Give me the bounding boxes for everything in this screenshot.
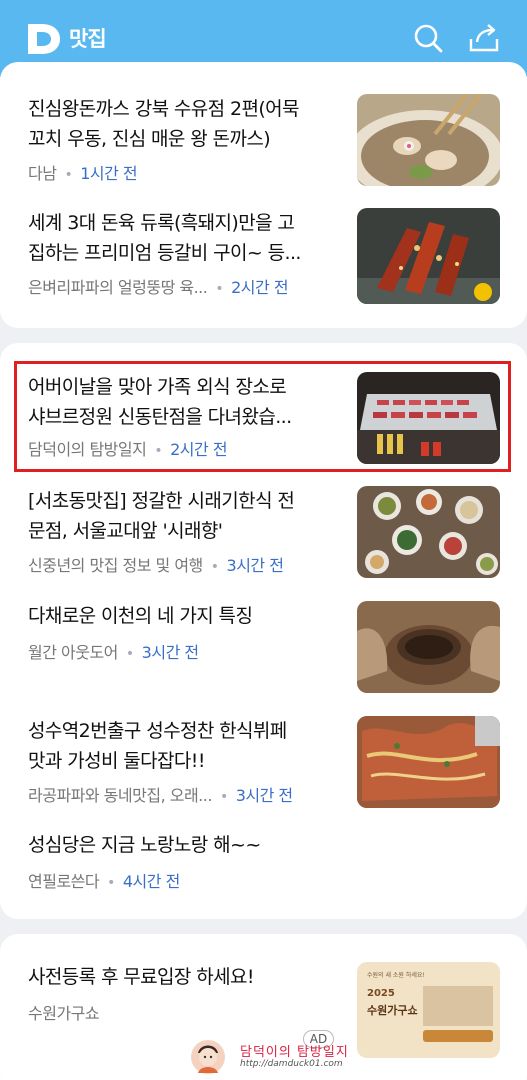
daum-logo-icon[interactable] [26,22,62,56]
article-title[interactable]: 진심왕돈까스 강북 수유점 2편(어묵 꼬치 우동, 진심 매운 왕 돈까스) [28,94,338,154]
article-meta: 다남 • 1시간 전 [28,164,138,183]
selection-highlight-box [14,361,511,472]
watermark-url: http://damduck01.com [240,1059,343,1069]
article-title[interactable]: 성수역2번출구 성수정찬 한식뷔페 맛과 가성비 둘다잡다!! [28,716,338,776]
buffet-image[interactable] [357,716,500,808]
article-meta: 라공파파와 동네맛집, 오래... • 3시간 전 [28,786,293,805]
blog-watermark: 담덕이의 탐방일지 http://damduck01.com [188,1037,358,1077]
article-item[interactable]: 성심당은 지금 노랑노랑 해~~ 연필로쓴다 • 4시간 전 [28,830,500,900]
article-item[interactable]: 성수역2번출구 성수정찬 한식뷔페 맛과 가성비 둘다잡다!! 라공파파와 동네… [28,716,500,808]
ad-poster-line1: 수원의 새 소원 하세요! [367,972,425,979]
article-item[interactable]: 다채로운 이천의 네 가지 특징 월간 아웃도어 • 3시간 전 [28,601,500,693]
furniture-show-ad-image[interactable]: 수원의 새 소원 하세요! 2025 수원가구쇼 [357,962,500,1058]
ad-poster-button [423,1030,493,1042]
ad-poster-title: 수원가구쇼 [367,1004,418,1017]
article-source: 라공파파와 동네맛집, 오래... [28,786,212,805]
article-meta: 연필로쓴다 • 4시간 전 [28,872,180,891]
korean-table-image[interactable] [357,486,500,578]
pottery-image[interactable] [357,601,500,693]
watermark-name: 담덕이의 탐방일지 [240,1045,349,1060]
article-title[interactable]: 세계 3대 돈육 듀록(흑돼지)만을 고 집하는 프리미엄 등갈비 구이~ 등.… [28,208,338,268]
share-icon[interactable] [468,22,500,54]
article-source: 신중년의 맛집 정보 및 여행 [28,556,203,575]
article-source: 수원가구쇼 [28,1004,100,1023]
article-time: 3시간 전 [235,786,293,805]
article-source: 은벼리파파의 얼렁뚱땅 육... [28,278,208,297]
article-title[interactable]: 성심당은 지금 노랑노랑 해~~ [28,830,468,860]
article-item[interactable]: 진심왕돈까스 강북 수유점 2편(어묵 꼬치 우동, 진심 매운 왕 돈까스) … [28,94,500,186]
grilled-ribs-image[interactable] [357,208,500,304]
ad-title[interactable]: 사전등록 후 무료입장 하세요! [28,962,338,992]
article-title[interactable]: 다채로운 이천의 네 가지 특징 [28,601,338,631]
article-time: 1시간 전 [80,164,138,183]
article-source: 연필로쓴다 [28,872,100,891]
ad-advertiser: 수원가구쇼 [28,1000,100,1024]
article-source: 월간 아웃도어 [28,643,118,662]
article-time: 2시간 전 [231,278,289,297]
article-meta: 신중년의 맛집 정보 및 여행 • 3시간 전 [28,556,284,575]
furniture-photo [423,986,493,1026]
ad-poster-year: 2025 [367,988,395,999]
article-meta: 월간 아웃도어 • 3시간 전 [28,643,199,662]
search-icon[interactable] [412,22,444,54]
udon-bowl-image[interactable] [357,94,500,186]
watermark-avatar-icon [191,1040,225,1074]
article-time: 3시간 전 [141,643,199,662]
article-meta: 은벼리파파의 얼렁뚱땅 육... • 2시간 전 [28,278,289,297]
section-title: 맛집 [69,27,107,51]
article-time: 4시간 전 [122,872,180,891]
article-item[interactable]: 세계 3대 돈육 듀록(흑돼지)만을 고 집하는 프리미엄 등갈비 구이~ 등.… [28,208,500,304]
article-title[interactable]: [서초동맛집] 정갈한 시래기한식 전 문점, 서울교대앞 '시래향' [28,486,338,546]
article-source: 다남 [28,164,57,183]
article-time: 3시간 전 [226,556,284,575]
article-item[interactable]: [서초동맛집] 정갈한 시래기한식 전 문점, 서울교대앞 '시래향' 신중년의… [28,486,500,578]
